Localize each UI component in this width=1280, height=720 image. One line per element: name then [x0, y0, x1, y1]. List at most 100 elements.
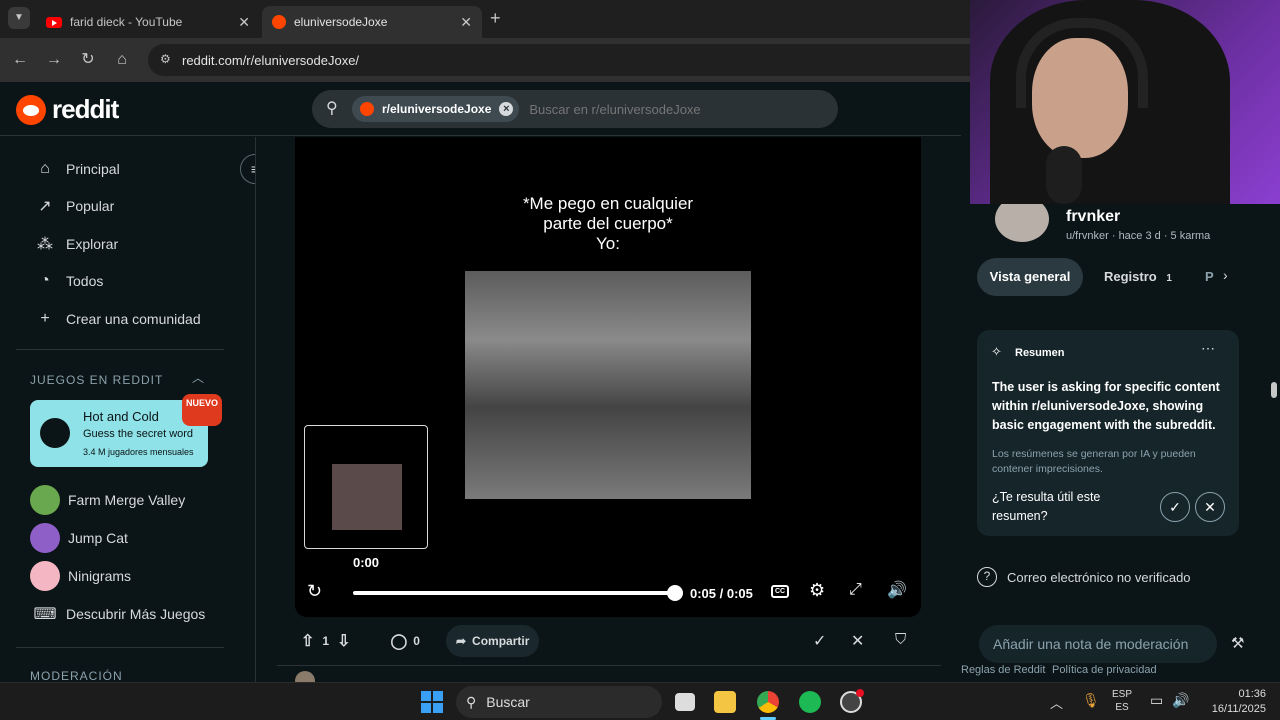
forward-icon[interactable]: →: [44, 50, 64, 70]
network-icon[interactable]: ▭: [1150, 692, 1163, 709]
game-subtitle: Guess the secret word: [83, 428, 194, 440]
thumbs-up-check-button[interactable]: ✓: [1160, 492, 1190, 522]
tab-youtube[interactable]: farid dieck - YouTube ✕: [36, 6, 260, 38]
tab-reddit[interactable]: eluniversodeJoxe ✕: [262, 6, 482, 38]
nav-crear-comunidad[interactable]: + Crear una comunidad: [16, 301, 224, 337]
chrome-icon[interactable]: [757, 691, 779, 713]
footer-link-rules[interactable]: Reglas de Reddit: [961, 664, 1045, 676]
collapse-sidebar-button[interactable]: ≡: [240, 154, 255, 184]
browser-tab-bar: ▼ farid dieck - YouTube ✕ eluniversodeJo…: [0, 0, 970, 38]
progress-handle[interactable]: [667, 585, 683, 601]
nav-todos[interactable]: ◔ Todos: [16, 263, 224, 299]
home-icon: ⌂: [40, 160, 50, 177]
search-input[interactable]: [529, 101, 830, 117]
lang-bottom: ES: [1115, 702, 1129, 713]
reddit-header: reddit ⚲ r/eluniversodeJoxe ×: [0, 82, 970, 136]
nav-explorar[interactable]: ⁂ Explorar: [16, 226, 224, 262]
explore-icon: ⁂: [37, 236, 53, 253]
volume-icon[interactable]: 🔊: [887, 580, 907, 600]
upvote-icon[interactable]: ⇧: [301, 631, 314, 651]
site-info-icon[interactable]: ⚙: [160, 52, 171, 66]
downvote-icon[interactable]: ⇩: [337, 631, 350, 651]
username[interactable]: frvnker: [1066, 208, 1120, 226]
progress-track[interactable]: [353, 591, 675, 595]
search-icon: ⚲: [326, 100, 338, 117]
scrollbar-track[interactable]: [1268, 202, 1280, 682]
seek-preview-thumbnail: [304, 425, 428, 549]
file-explorer-icon[interactable]: [714, 691, 736, 713]
gamepad-icon: ⌨: [33, 606, 57, 623]
browser-toolbar: ← → ↻ ⌂ ⚙ reddit.com/r/eluniversodeJoxe/: [0, 38, 970, 82]
reddit-logo[interactable]: reddit: [16, 94, 119, 125]
new-tab-button[interactable]: +: [490, 8, 501, 29]
shield-icon[interactable]: ⛉: [895, 631, 906, 648]
moderation-section-title[interactable]: MODERACIÓN: [30, 669, 123, 682]
game-jump-cat[interactable]: Jump Cat: [16, 520, 224, 556]
clear-chip-icon[interactable]: ×: [499, 102, 514, 116]
nav-label: Crear una comunidad: [66, 311, 201, 327]
hammer-icon[interactable]: ⚒: [1231, 634, 1244, 652]
scrollbar-thumb[interactable]: [1271, 382, 1277, 398]
tab-count: 1: [1166, 273, 1172, 284]
close-tab-icon[interactable]: ✕: [238, 14, 250, 31]
nav-principal[interactable]: ⌂ Principal: [16, 151, 224, 187]
game-ninigrams[interactable]: Ninigrams: [16, 558, 224, 594]
game-players: 3.4 M jugadores mensuales: [83, 447, 194, 457]
webcam-overlay: [970, 0, 1280, 204]
chevron-right-icon[interactable]: ›: [1223, 267, 1228, 283]
approve-icon[interactable]: ✓: [813, 631, 826, 651]
search-bar[interactable]: ⚲ r/eluniversodeJoxe ×: [312, 90, 838, 128]
help-circle-icon: ?: [977, 567, 997, 587]
tab-p[interactable]: P: [1205, 269, 1214, 284]
url-text: reddit.com/r/eluniversodeJoxe/: [182, 52, 360, 68]
nav-popular[interactable]: ↗ Popular: [16, 188, 224, 224]
replay-icon[interactable]: ↻: [307, 581, 322, 602]
spotify-icon[interactable]: [799, 691, 821, 713]
logo-text: reddit: [52, 94, 119, 124]
share-button[interactable]: ➦ Compartir: [445, 625, 540, 657]
tab-list-button[interactable]: ▼: [8, 7, 30, 29]
language-indicator[interactable]: ESP ES: [1112, 688, 1132, 714]
mod-note-input[interactable]: Añadir una nota de moderación: [979, 625, 1217, 663]
back-icon[interactable]: ←: [10, 50, 30, 70]
url-bar[interactable]: ⚙ reddit.com/r/eluniversodeJoxe/: [148, 44, 970, 76]
games-section-title[interactable]: JUEGOS EN REDDIT: [30, 373, 163, 387]
fullscreen-icon[interactable]: ⤢: [849, 581, 862, 599]
remove-icon[interactable]: ✕: [851, 631, 864, 651]
video-player[interactable]: *Me pego en cualquier parte del cuerpo* …: [295, 137, 921, 617]
taskbar-search[interactable]: ⚲ Buscar: [456, 686, 662, 718]
clock[interactable]: 01:36 16/11/2025: [1200, 687, 1266, 717]
game-farm-merge-valley[interactable]: Farm Merge Valley: [16, 482, 224, 518]
game-label: Farm Merge Valley: [68, 492, 186, 508]
task-view-icon[interactable]: [675, 693, 695, 711]
chevron-up-icon[interactable]: ︿: [192, 369, 204, 386]
home-icon[interactable]: ⌂: [112, 50, 132, 70]
settings-gear-icon[interactable]: ⚙: [809, 580, 825, 601]
nav-label: Explorar: [66, 236, 119, 252]
all-icon: ◔: [40, 272, 50, 289]
tab-vista-general[interactable]: Vista general: [977, 258, 1083, 296]
tab-title: farid dieck - YouTube: [70, 15, 183, 29]
footer-link-privacy[interactable]: Política de privacidad: [1052, 664, 1157, 676]
volume-icon[interactable]: 🔊: [1172, 692, 1189, 709]
comment-icon: ◯: [390, 633, 408, 650]
thumbs-down-x-button[interactable]: ✕: [1195, 492, 1225, 522]
more-options-icon[interactable]: ⋯: [1201, 340, 1215, 357]
reload-icon[interactable]: ↻: [78, 50, 98, 70]
captions-icon[interactable]: CC: [771, 585, 789, 598]
nav-label: Principal: [66, 161, 120, 177]
divider: [16, 647, 224, 648]
windows-start-icon[interactable]: [421, 691, 443, 713]
preview-frame: [332, 464, 402, 530]
preview-time: 0:00: [353, 555, 380, 570]
chevron-up-icon[interactable]: ︿: [1050, 693, 1063, 712]
popular-icon: ↗: [38, 198, 52, 215]
tab-registro[interactable]: Registro 1: [1104, 269, 1172, 284]
close-tab-icon[interactable]: ✕: [460, 14, 472, 31]
discover-more-games[interactable]: ⌨ Descubrir Más Juegos: [16, 596, 224, 632]
reddit-favicon-icon: [272, 15, 286, 29]
comments-button[interactable]: ◯ 0: [381, 625, 430, 657]
ninigrams-icon: [30, 561, 60, 591]
microphone-icon[interactable]: 🎙: [1082, 692, 1100, 709]
subreddit-search-chip[interactable]: r/eluniversodeJoxe ×: [352, 96, 520, 122]
